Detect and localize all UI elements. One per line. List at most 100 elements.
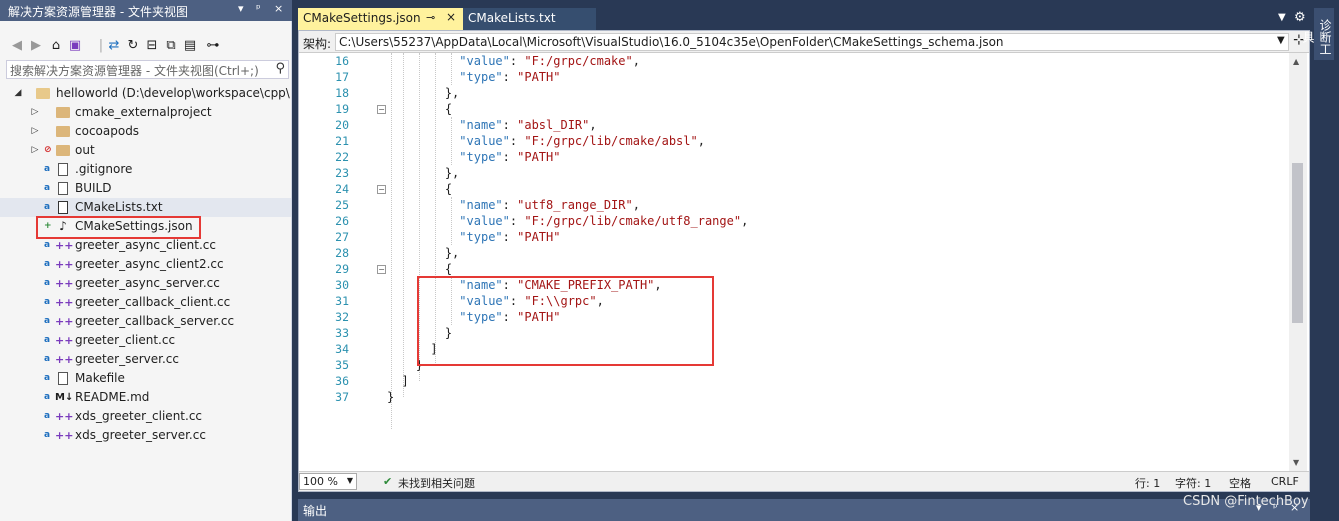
- whitespace-indicator[interactable]: 空格: [1229, 475, 1251, 491]
- scroll-up-icon[interactable]: ▲: [1293, 57, 1299, 66]
- line-number: 33: [335, 326, 349, 340]
- line-number: 32: [335, 310, 349, 324]
- tree-item-folder[interactable]: ▷ cocoapods: [0, 122, 291, 141]
- solution-explorer-search-input[interactable]: 搜索解决方案资源管理器 - 文件夹视图(Ctrl+;) ⚲: [6, 60, 289, 79]
- tree-item-cpp[interactable]: a ++ xds_greeter_server.cc: [0, 426, 291, 445]
- tree-item-cpp[interactable]: a ++ greeter_async_server.cc: [0, 274, 291, 293]
- diagnostics-tools-tab[interactable]: 诊断工具: [1301, 8, 1334, 60]
- dropdown-icon[interactable]: ▾: [238, 2, 244, 15]
- code-line: },: [444, 166, 460, 180]
- line-number: 28: [335, 246, 349, 260]
- tree-item-file[interactable]: a BUILD: [0, 179, 291, 198]
- code-area[interactable]: 16 17 18 19 20 21 22 23 24 25 26 27 28 29 30 31 32 33 34 35…: [299, 53, 1289, 471]
- show-all-files-icon[interactable]: ⧉: [162, 37, 180, 55]
- line-number: 37: [335, 390, 349, 404]
- fold-toggle-icon[interactable]: −: [377, 265, 386, 274]
- chevron-down-icon[interactable]: ▼: [1277, 35, 1285, 46]
- tree-item-label: greeter_server.cc: [75, 352, 179, 366]
- lock-icon: a: [44, 202, 51, 212]
- sync-icon[interactable]: ⇄: [105, 37, 123, 55]
- line-number: 24: [335, 182, 349, 196]
- scroll-down-icon[interactable]: ▼: [1293, 458, 1299, 467]
- line-number: 17: [335, 70, 349, 84]
- indent-guide: [403, 53, 404, 397]
- code-line: "value": "F:/grpc/cmake",: [459, 54, 640, 68]
- tree-item-md[interactable]: a M↓ README.md: [0, 388, 291, 407]
- fold-toggle-icon[interactable]: −: [377, 185, 386, 194]
- cpp-file-icon: ++: [55, 296, 74, 309]
- issues-status[interactable]: 未找到相关问题: [398, 475, 475, 491]
- code-line: },: [444, 86, 460, 100]
- lock-icon: a: [44, 183, 51, 193]
- diagnostics-strip: [1311, 0, 1339, 521]
- schema-path-dropdown[interactable]: C:\Users\55237\AppData\Local\Microsoft\V…: [335, 33, 1289, 51]
- tree-item-label: README.md: [75, 390, 150, 404]
- line-number: 30: [335, 278, 349, 292]
- gear-icon[interactable]: ⚙: [1294, 10, 1306, 25]
- tree-item-root[interactable]: ◢ helloworld (D:\develop\workspace\cpp\: [0, 84, 291, 103]
- pin-icon[interactable]: ⊸: [426, 11, 435, 24]
- cpp-file-icon: ++: [55, 258, 74, 271]
- chevron-down-icon[interactable]: ▼: [347, 476, 353, 485]
- collapse-all-icon[interactable]: ⊟: [143, 37, 161, 55]
- cpp-file-icon: ++: [55, 334, 74, 347]
- output-panel[interactable]: 输出 ▾ ᵖ ×: [298, 499, 1310, 521]
- line-number-gutter: 16 17 18 19 20 21 22 23 24 25 26 27 28 29 30 31 32 33 34 35…: [299, 53, 353, 471]
- tree-item-cpp[interactable]: a ++ greeter_async_client2.cc: [0, 255, 291, 274]
- eol-indicator[interactable]: CRLF: [1271, 475, 1299, 488]
- tree-item-file[interactable]: a Makefile: [0, 369, 291, 388]
- pin-icon[interactable]: ᵖ: [256, 2, 261, 15]
- switch-views-icon[interactable]: ▣: [66, 37, 84, 55]
- tree-item-file[interactable]: a .gitignore: [0, 160, 291, 179]
- schema-path: C:\Users\55237\AppData\Local\Microsoft\V…: [339, 35, 1004, 49]
- tab-list-dropdown-icon[interactable]: ▼: [1278, 12, 1286, 23]
- scrollbar-thumb[interactable]: [1292, 163, 1303, 323]
- zoom-dropdown[interactable]: 100 % ▼: [299, 473, 357, 490]
- tree-item-folder[interactable]: ▷ cmake_externalproject: [0, 103, 291, 122]
- tree-item-file[interactable]: a CMakeLists.txt: [0, 198, 291, 217]
- expanded-arrow-icon[interactable]: ◢: [13, 84, 23, 103]
- tab-cmakelists-txt[interactable]: CMakeLists.txt: [463, 8, 596, 30]
- lock-icon: a: [44, 297, 51, 307]
- line-number: 26: [335, 214, 349, 228]
- tree-item-label: xds_greeter_server.cc: [75, 428, 206, 442]
- indent-guide: [451, 197, 452, 245]
- lock-icon: a: [44, 392, 51, 402]
- collapsed-arrow-icon[interactable]: ▷: [30, 103, 40, 122]
- cpp-file-icon: ++: [55, 353, 74, 366]
- tree-item-cpp[interactable]: a ++ greeter_server.cc: [0, 350, 291, 369]
- properties-icon[interactable]: ▤: [181, 37, 199, 55]
- code-line: "value": "F:/grpc/lib/cmake/absl",: [459, 134, 705, 148]
- tree-item-cpp[interactable]: a ++ greeter_async_client.cc: [0, 236, 291, 255]
- collapsed-arrow-icon[interactable]: ▷: [30, 122, 40, 141]
- vertical-scrollbar[interactable]: ▲ ▼: [1289, 53, 1307, 471]
- tree-item-cpp[interactable]: a ++ greeter_callback_server.cc: [0, 312, 291, 331]
- folder-icon: [55, 122, 71, 143]
- search-icon[interactable]: ⚲: [275, 61, 285, 76]
- lock-icon: a: [44, 164, 51, 174]
- tree-item-label: helloworld (D:\develop\workspace\cpp\: [56, 86, 290, 100]
- refresh-icon[interactable]: ↻: [124, 37, 142, 55]
- collapsed-arrow-icon[interactable]: ▷: [30, 141, 40, 160]
- tree-item-folder[interactable]: ▷ ⊘ out: [0, 141, 291, 160]
- tree-item-cpp[interactable]: a ++ xds_greeter_client.cc: [0, 407, 291, 426]
- solution-explorer-title-bar: 解决方案资源管理器 - 文件夹视图 ▾ ᵖ ×: [0, 0, 292, 21]
- close-icon[interactable]: ×: [274, 2, 283, 15]
- solution-explorer-toolbar: ◀ ▶ ⌂ ▣ | ⇄ ↻ ⊟ ⧉ ▤ ⊶: [0, 32, 292, 58]
- code-line: {: [444, 102, 453, 116]
- line-number: 20: [335, 118, 349, 132]
- tab-cmakesettings-json[interactable]: CMakeSettings.json ⊸ ×: [298, 8, 463, 30]
- tree-item-label: greeter_callback_client.cc: [75, 295, 231, 309]
- home-icon[interactable]: ⌂: [47, 37, 65, 55]
- back-icon[interactable]: ◀: [8, 37, 26, 55]
- line-number: 27: [335, 230, 349, 244]
- code-line: ]: [401, 374, 409, 388]
- close-tab-icon[interactable]: ×: [446, 10, 456, 24]
- indent-guide: [451, 117, 452, 165]
- tree-item-cpp[interactable]: a ++ greeter_callback_client.cc: [0, 293, 291, 312]
- fold-toggle-icon[interactable]: −: [377, 105, 386, 114]
- tree-item-cpp[interactable]: a ++ greeter_client.cc: [0, 331, 291, 350]
- pending-changes-icon[interactable]: ⊶: [204, 37, 222, 55]
- forward-icon[interactable]: ▶: [27, 37, 45, 55]
- solution-explorer: 解决方案资源管理器 - 文件夹视图 ▾ ᵖ × ◀ ▶ ⌂ ▣ | ⇄ ↻ ⊟ …: [0, 0, 292, 521]
